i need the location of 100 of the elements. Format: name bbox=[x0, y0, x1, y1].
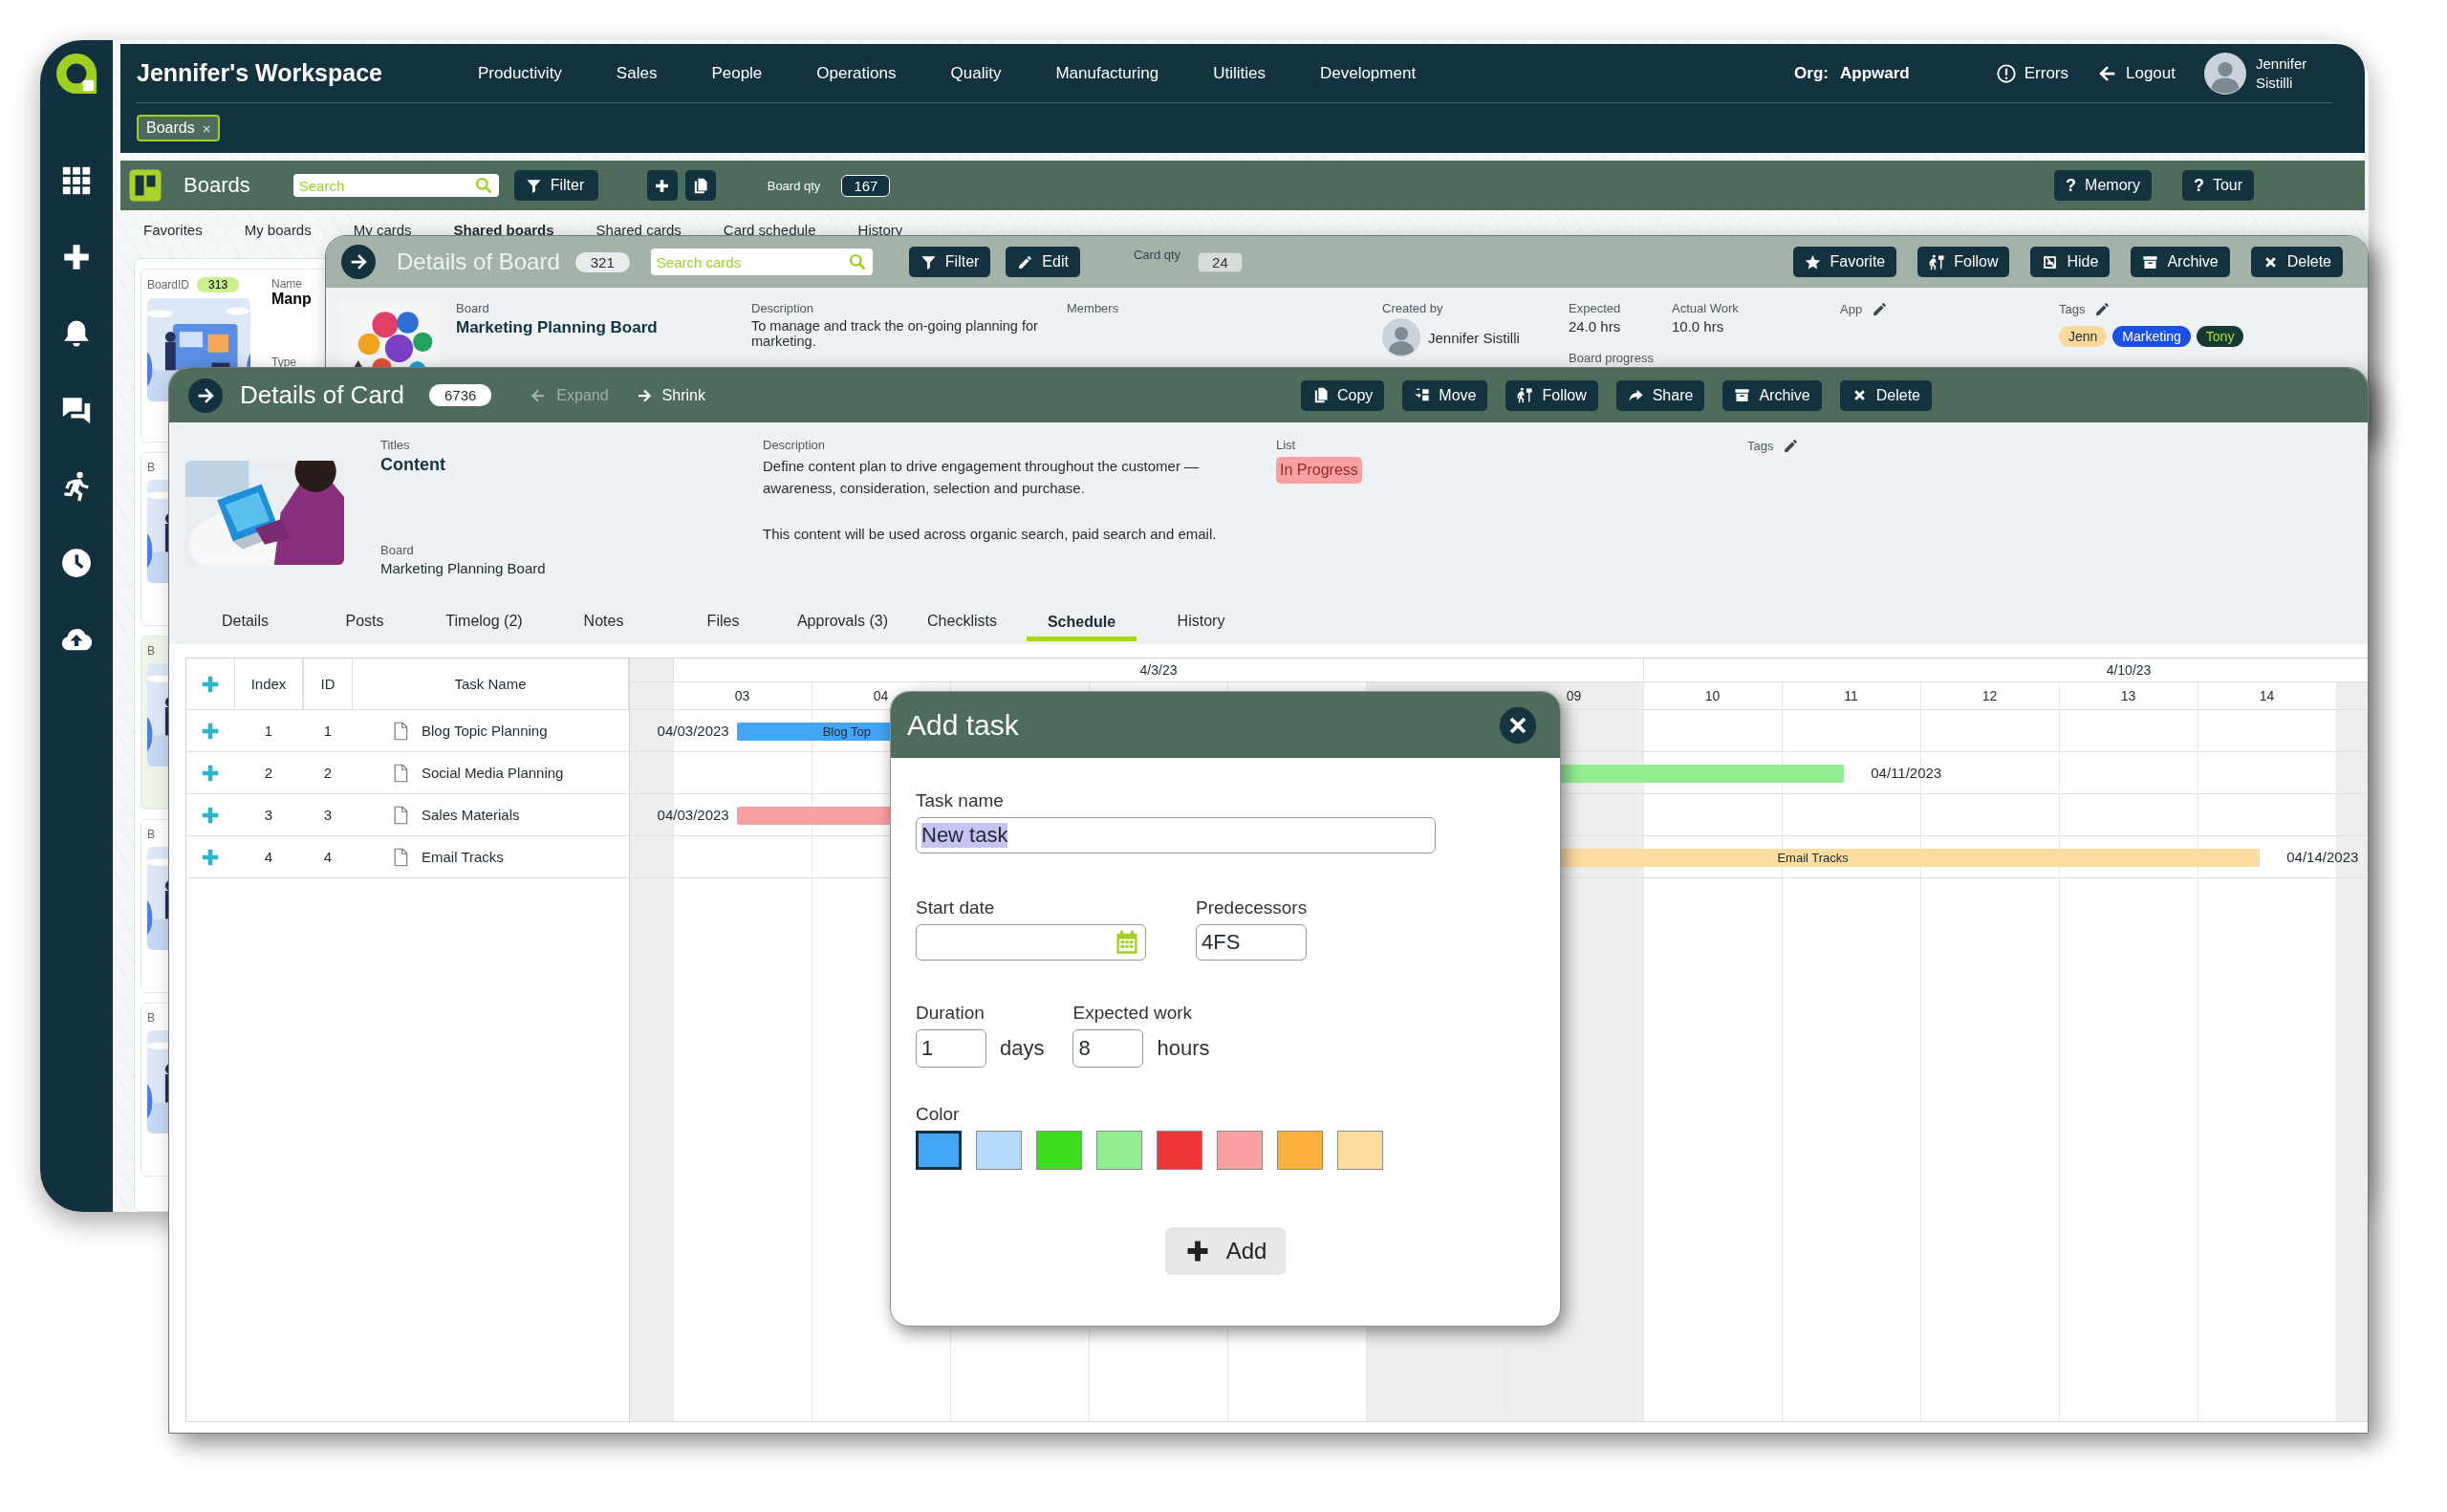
filter-button[interactable]: Filter bbox=[513, 170, 598, 201]
tab[interactable]: Checklists bbox=[902, 607, 1022, 636]
task-name[interactable]: Email Tracks bbox=[422, 849, 504, 865]
delete-button[interactable]: Delete bbox=[1839, 379, 1932, 411]
tab[interactable]: Shared boards bbox=[453, 221, 554, 238]
open-tab[interactable]: Boards × bbox=[137, 115, 221, 141]
color-swatch[interactable] bbox=[916, 1131, 962, 1170]
close-icon[interactable] bbox=[1499, 705, 1537, 745]
pencil-icon[interactable] bbox=[2094, 301, 2111, 317]
favorite-button[interactable]: Favorite bbox=[1793, 247, 1897, 277]
tag[interactable]: Tony bbox=[2196, 326, 2244, 347]
help-button[interactable]: ? Memory bbox=[2054, 170, 2152, 201]
logout-link[interactable]: Logout bbox=[2097, 62, 2176, 84]
tab[interactable]: Timelog (2) bbox=[424, 607, 544, 636]
clock-icon[interactable] bbox=[60, 547, 93, 579]
logo-icon[interactable] bbox=[54, 52, 98, 96]
archive-icon bbox=[2142, 253, 2159, 270]
task-name[interactable]: Sales Materials bbox=[422, 807, 520, 823]
search-field[interactable]: Search bbox=[292, 174, 499, 197]
tab[interactable]: Approvals (3) bbox=[783, 607, 902, 636]
nav-link[interactable]: Operations bbox=[816, 63, 897, 83]
follow-button[interactable]: Follow bbox=[1917, 247, 2010, 277]
add-button[interactable]: Add bbox=[1164, 1227, 1287, 1275]
nav-link[interactable]: Productivity bbox=[478, 63, 562, 83]
tab[interactable]: Shared cards bbox=[596, 221, 682, 238]
task-name[interactable]: Blog Topic Planning bbox=[422, 723, 548, 739]
id-label: B bbox=[147, 828, 155, 841]
nav-link[interactable]: People bbox=[711, 63, 763, 83]
move-button[interactable]: Move bbox=[1402, 379, 1488, 411]
field-label: Members bbox=[1067, 301, 1120, 315]
pencil-icon[interactable] bbox=[1783, 438, 1800, 454]
add-button[interactable] bbox=[646, 170, 678, 201]
table-cell-text: 4 bbox=[263, 848, 274, 867]
tab[interactable]: Posts bbox=[305, 607, 424, 636]
help-button[interactable]: ? Tour bbox=[2181, 170, 2254, 201]
nav-link[interactable]: Development bbox=[1319, 63, 1417, 83]
copy-button[interactable] bbox=[684, 170, 716, 201]
copy-button[interactable]: Copy bbox=[1300, 379, 1385, 411]
archive-button[interactable]: Archive bbox=[2131, 247, 2230, 277]
archive-button[interactable]: Archive bbox=[1722, 379, 1822, 411]
description-text: To manage and track the on-going planning for marketing. bbox=[751, 318, 1038, 349]
tab[interactable]: My boards bbox=[244, 221, 312, 238]
back-button[interactable] bbox=[341, 245, 376, 279]
color-swatch[interactable] bbox=[1217, 1131, 1263, 1170]
filter-button[interactable]: Filter bbox=[908, 247, 991, 277]
close-tab[interactable]: × bbox=[202, 119, 211, 137]
back-button[interactable] bbox=[188, 378, 223, 413]
card-title: Content bbox=[380, 455, 446, 475]
org-name: Appward bbox=[1840, 63, 1910, 83]
duration-field[interactable]: 1 bbox=[916, 1029, 986, 1068]
color-swatch[interactable] bbox=[1277, 1131, 1323, 1170]
color-swatch[interactable] bbox=[1337, 1131, 1383, 1170]
date-field[interactable] bbox=[916, 924, 1146, 961]
nav-link[interactable]: Quality bbox=[950, 63, 1002, 83]
color-swatch[interactable] bbox=[1096, 1131, 1142, 1170]
color-swatch[interactable] bbox=[976, 1131, 1022, 1170]
id-label: B bbox=[147, 1011, 155, 1025]
work-field[interactable]: 8 bbox=[1072, 1029, 1144, 1068]
tab[interactable]: Schedule bbox=[1027, 607, 1137, 641]
task-name[interactable]: Social Media Planning bbox=[422, 765, 564, 781]
table-cell-text: 4 bbox=[322, 848, 334, 867]
errors-link[interactable]: Errors bbox=[1995, 62, 2068, 84]
field-label: Start date bbox=[916, 897, 996, 918]
color-swatch[interactable] bbox=[1157, 1131, 1202, 1170]
search-field[interactable]: Search cards bbox=[650, 248, 873, 275]
tab[interactable]: Card schedule bbox=[723, 221, 816, 238]
shrink-button[interactable]: Shrink bbox=[635, 386, 705, 404]
follow-button[interactable]: Follow bbox=[1505, 379, 1598, 411]
field-label: Color bbox=[916, 1104, 961, 1125]
id-label: B bbox=[147, 644, 155, 658]
apps-grid-icon[interactable] bbox=[60, 164, 93, 197]
tab[interactable]: Files bbox=[663, 607, 783, 636]
pencil-icon[interactable] bbox=[1872, 301, 1889, 317]
field-label: Predecessors bbox=[1196, 897, 1308, 918]
hide-button[interactable]: Hide bbox=[2030, 247, 2111, 277]
nav-link[interactable]: Manufacturing bbox=[1055, 63, 1159, 83]
delete-button[interactable]: Delete bbox=[2250, 247, 2343, 277]
workspace-title: Jennifer's Workspace bbox=[137, 59, 382, 87]
tab[interactable]: Details bbox=[185, 607, 305, 636]
day-label: 12 bbox=[1981, 688, 1998, 703]
tab[interactable]: Notes bbox=[544, 607, 663, 636]
tag[interactable]: Marketing bbox=[2112, 326, 2191, 347]
day-label: 14 bbox=[2259, 688, 2275, 703]
tab[interactable]: History bbox=[857, 221, 903, 238]
predecessors-field[interactable]: 4FS bbox=[1196, 924, 1307, 961]
pencil-icon bbox=[1017, 253, 1034, 270]
tab-label[interactable]: Boards bbox=[146, 119, 195, 137]
search-icon bbox=[473, 176, 493, 195]
tab[interactable]: Favorites bbox=[143, 221, 203, 238]
edit-button[interactable]: Edit bbox=[1006, 247, 1080, 277]
day-label: 04 bbox=[873, 688, 889, 703]
copy-icon bbox=[692, 177, 709, 194]
tag[interactable]: Jenn bbox=[2059, 326, 2108, 347]
nav-link[interactable]: Sales bbox=[616, 63, 658, 83]
color-swatch[interactable] bbox=[1036, 1131, 1082, 1170]
date-label: 04/11/2023 bbox=[1871, 765, 1942, 781]
share-button[interactable]: Share bbox=[1615, 379, 1705, 411]
tab[interactable]: History bbox=[1141, 607, 1261, 636]
nav-link[interactable]: Utilities bbox=[1213, 63, 1266, 83]
task-name-field[interactable]: New task bbox=[916, 817, 1436, 853]
